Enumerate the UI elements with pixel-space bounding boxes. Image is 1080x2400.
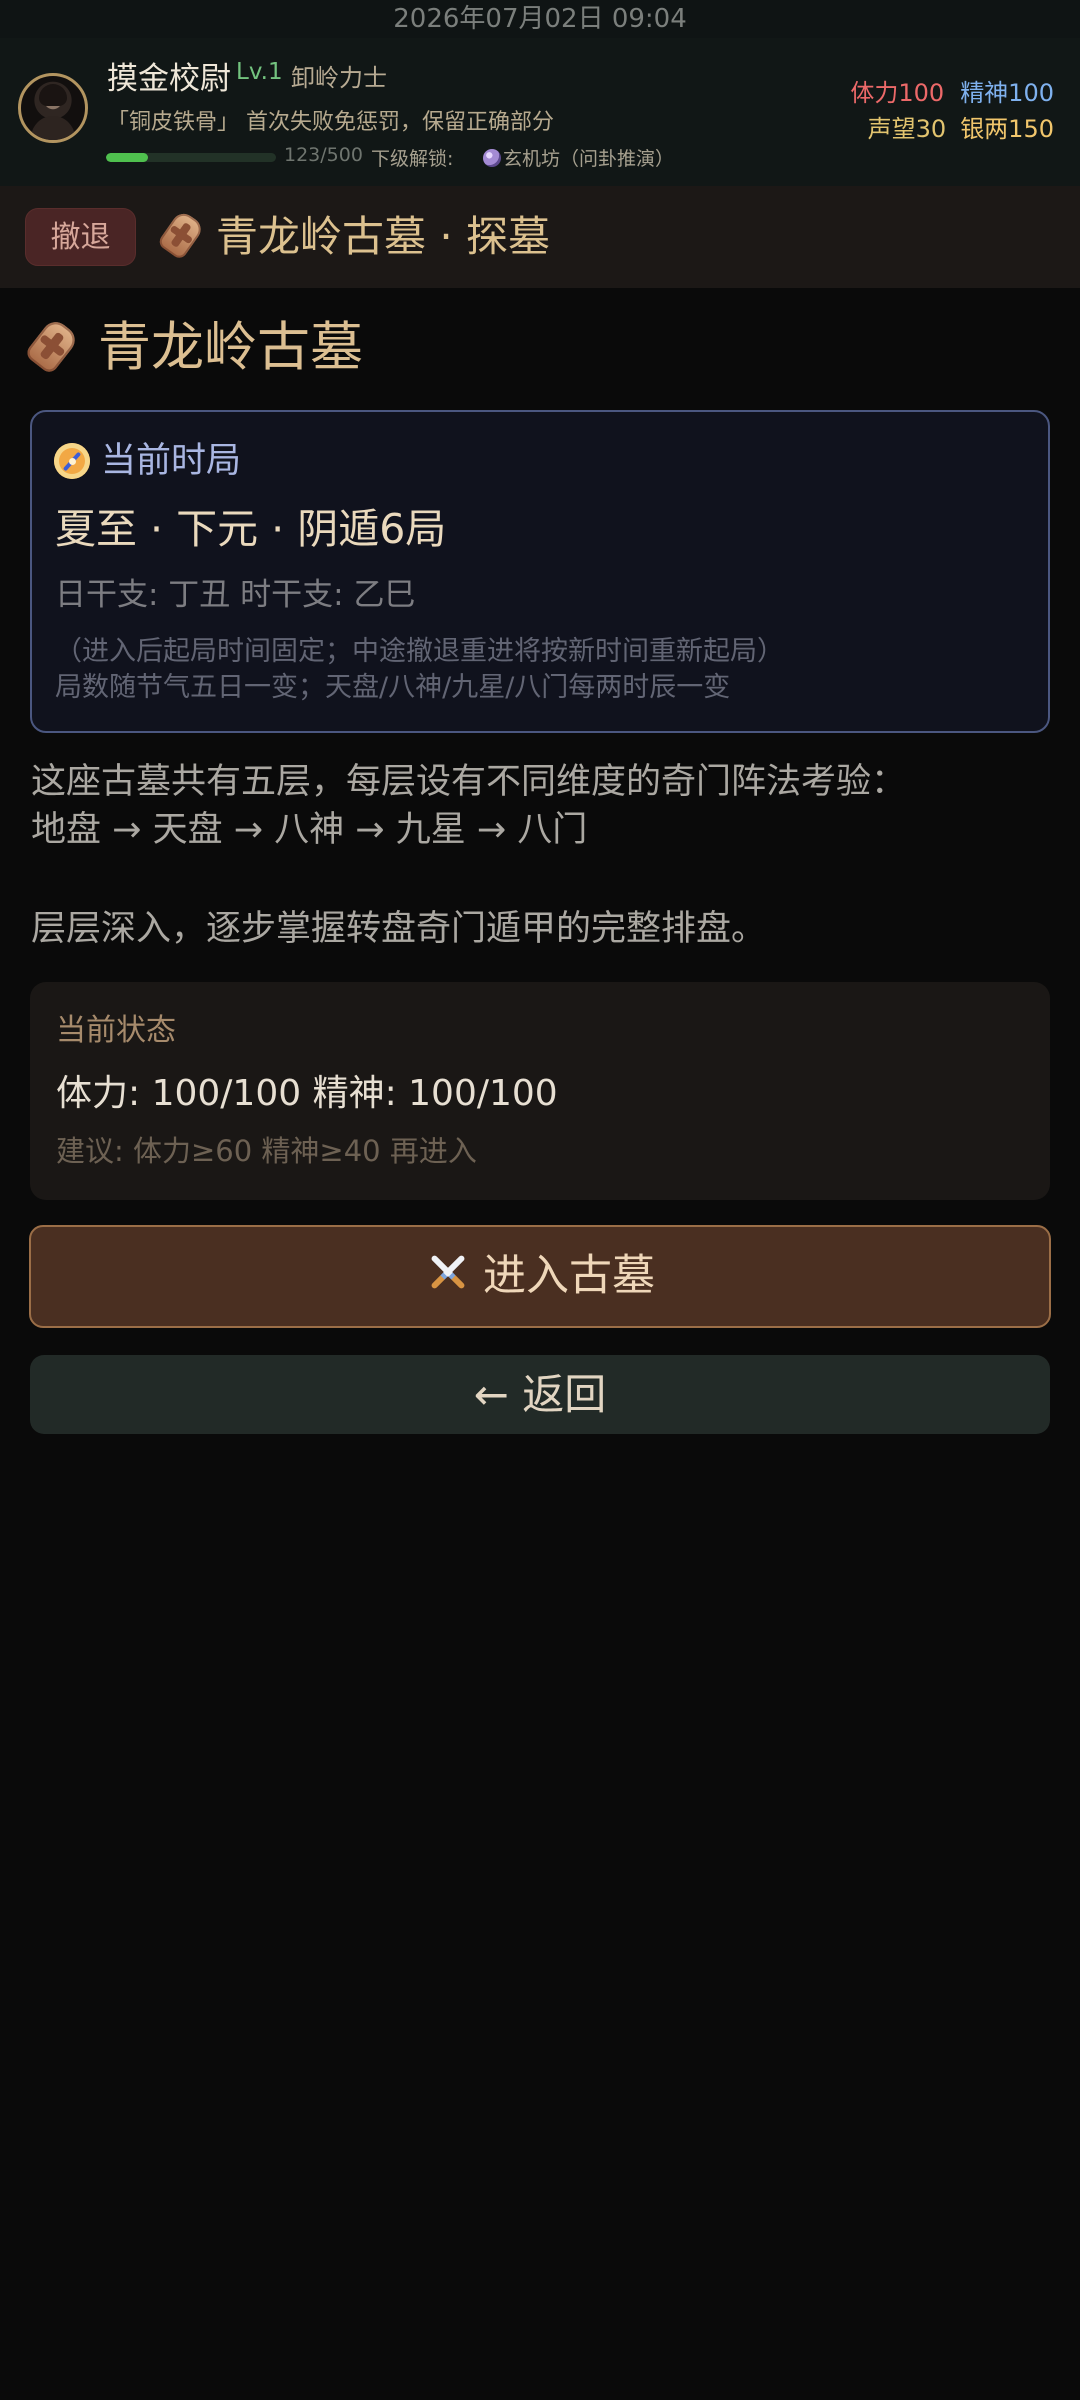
reputation-stat: 声望30: [867, 115, 947, 143]
compass-icon: [54, 443, 90, 479]
tomb-description-line: 这座古墓共有五层，每层设有不同维度的奇门阵法考验：: [31, 762, 907, 802]
xp-progress-bar: [106, 153, 276, 162]
location-heading: 青龙岭古墓: [98, 317, 363, 378]
screen-title: 青龙岭古墓 · 探墓: [216, 212, 551, 261]
ganzhi-text: 日干支: 丁丑 时干支: 乙巳: [55, 577, 416, 613]
qimen-ju-name: 夏至 · 下元 · 阴遁6局: [55, 505, 447, 553]
layer-sequence: 地盘 → 天盘 → 八神 → 九星 → 八门: [31, 810, 588, 850]
enter-tomb-label: 进入古墓: [483, 1251, 655, 1301]
player-class: 卸岭力士: [291, 64, 387, 92]
status-values: 体力: 100/100 精神: 100/100: [56, 1073, 558, 1114]
tomb-goal-text: 层层深入，逐步掌握转盘奇门遁甲的完整排盘。: [31, 909, 767, 949]
coffin-icon: [23, 316, 81, 376]
spirit-stat: 精神100: [960, 79, 1054, 107]
system-status-bar: 2026年07月02日 09:04: [0, 0, 1080, 38]
xp-progress-fill: [106, 153, 148, 162]
player-status-panel: 摸金校尉 Lv.1 卸岭力士 「铜皮铁骨」 首次失败免惩罚，保留正确部分 123…: [0, 38, 1080, 186]
unlock-label: 下级解锁:: [371, 148, 454, 170]
status-datetime: 2026年07月02日 09:04: [393, 4, 687, 34]
player-level: Lv.1: [236, 59, 283, 85]
unlock-target-text: 玄机坊（问卦推演）: [503, 148, 675, 170]
player-resource-stats: 体力100 精神100 声望30 银两150: [850, 75, 1054, 147]
crossed-swords-icon: [425, 1250, 471, 1296]
entry-advice: 建议: 体力≥60 精神≥40 再进入: [56, 1134, 477, 1168]
coffin-icon: [156, 209, 206, 261]
fixed-time-note: （进入后起局时间固定；中途撤退重进将按新时间重新起局）: [55, 636, 784, 667]
player-perk-description: 「铜皮铁骨」 首次失败免惩罚，保留正确部分: [107, 110, 554, 135]
player-name: 摸金校尉: [107, 61, 231, 97]
unlock-target: 玄机坊（问卦推演）: [481, 144, 674, 171]
enter-tomb-button[interactable]: 进入古墓: [29, 1225, 1051, 1328]
crystal-ball-icon: [483, 149, 501, 167]
player-avatar[interactable]: [18, 73, 88, 143]
screen-title-bar: 撤退 青龙岭古墓 · 探墓: [0, 186, 1080, 288]
return-button[interactable]: ← 返回: [30, 1355, 1050, 1434]
stamina-stat: 体力100: [850, 79, 945, 107]
xp-text: 123/500: [284, 144, 363, 166]
change-rule-note: 局数随节气五日一变；天盘/八神/九星/八门每两时辰一变: [55, 672, 731, 703]
resource-row-primary: 体力100 精神100: [850, 75, 1054, 111]
time-card-title: 当前时局: [101, 441, 242, 481]
resource-row-secondary: 声望30 银两150: [850, 111, 1054, 147]
status-label: 当前状态: [56, 1013, 176, 1048]
retreat-button[interactable]: 撤退: [25, 208, 136, 266]
silver-stat: 银两150: [960, 115, 1054, 143]
